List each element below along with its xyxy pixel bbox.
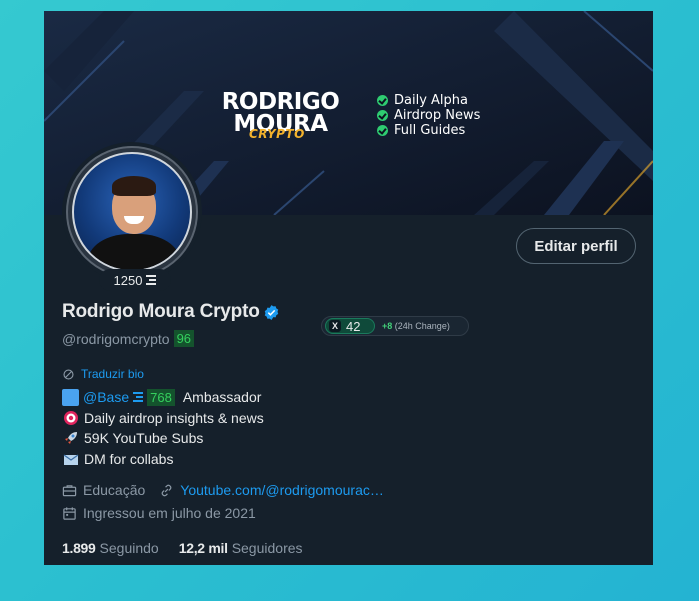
x-icon: X: [329, 320, 341, 332]
website-link[interactable]: Youtube.com/@rodrigomourac…: [180, 482, 384, 498]
feature-item: Daily Alpha: [377, 92, 480, 108]
bio-line: @Base 768 Ambassador: [62, 387, 264, 408]
following-count: 1.899: [62, 540, 96, 556]
edit-profile-button[interactable]: Editar perfil: [516, 228, 636, 264]
following-label: Seguindo: [99, 540, 159, 556]
check-icon: [377, 109, 388, 121]
verified-icon[interactable]: [263, 304, 280, 321]
score-change-value: +8: [382, 321, 393, 331]
feature-label: Full Guides: [394, 122, 466, 138]
bio-text: DM for collabs: [84, 450, 174, 467]
bio-ambassador: Ambassador: [182, 389, 262, 406]
score-change-label: (24h Change): [394, 321, 450, 331]
score-change: +8 (24h Change): [382, 321, 450, 331]
check-icon: [377, 94, 388, 106]
score-chip[interactable]: X 42 +8 (24h Change): [321, 316, 469, 336]
feature-item: Full Guides: [377, 122, 480, 138]
bio-text: 59K YouTube Subs: [84, 430, 204, 447]
check-icon: [377, 124, 388, 136]
meta-row: Educação Youtube.com/@rodrigomourac…: [62, 482, 384, 498]
translate-icon: [63, 368, 74, 380]
handle-row: @rodrigomcrypto 96: [62, 330, 195, 347]
blue-square-icon: [62, 388, 79, 406]
bio-line: Daily airdrop insights & news: [62, 408, 264, 429]
feature-label: Airdrop News: [394, 107, 481, 123]
follow-stats: 1.899 Seguindo 12,2 mil Seguidores: [62, 540, 303, 556]
following-link[interactable]: 1.899 Seguindo: [62, 540, 159, 556]
joined-date: Ingressou em julho de 2021: [83, 505, 256, 521]
score-value-box: X 42: [325, 318, 375, 334]
translate-bio-link[interactable]: Traduzir bio: [62, 367, 144, 381]
banner-logo: RODRIGO MOURA CRYPTO: [213, 89, 348, 141]
avatar-image: [72, 152, 192, 272]
logo-line1: RODRIGO: [221, 89, 340, 115]
profile-card: RODRIGO MOURA CRYPTO Daily Alpha Airdrop…: [44, 11, 653, 565]
feature-item: Airdrop News: [377, 107, 481, 123]
bio-base-link[interactable]: @Base: [83, 389, 129, 405]
briefcase-icon: [62, 484, 77, 496]
layers-icon: [146, 275, 157, 285]
feature-label: Daily Alpha: [394, 92, 468, 108]
profile-name: Rodrigo Moura Crypto: [62, 301, 260, 322]
layers-icon: [133, 392, 144, 403]
target-icon: [62, 409, 79, 426]
avatar[interactable]: [62, 142, 202, 282]
mail-icon: [62, 450, 79, 467]
bio-line: DM for collabs: [62, 449, 264, 470]
logo-sub: CRYPTO: [249, 127, 305, 141]
followers-count: 12,2 mil: [178, 540, 228, 556]
joined-row: Ingressou em julho de 2021: [62, 505, 256, 521]
handle-badge: 96: [173, 330, 195, 347]
avatar-count-badge[interactable]: 1250: [99, 269, 171, 291]
followers-link[interactable]: 12,2 mil Seguidores: [179, 540, 303, 556]
bio-line: 59K YouTube Subs: [62, 428, 264, 449]
translate-label: Traduzir bio: [81, 367, 144, 381]
profile-category: Educação: [83, 482, 146, 498]
bio-base-badge: 768: [147, 388, 175, 406]
avatar-count: 1250: [113, 272, 143, 288]
profile-bio: @Base 768 Ambassador Daily airdrop insig…: [62, 387, 264, 469]
link-icon: [161, 484, 172, 496]
followers-label: Seguidores: [231, 540, 303, 556]
calendar-icon: [63, 506, 76, 520]
rocket-icon: [62, 430, 79, 447]
score-value: 42: [346, 318, 361, 334]
bio-text: Daily airdrop insights & news: [84, 409, 264, 426]
banner-features: Daily Alpha Airdrop News Full Guides: [377, 93, 480, 138]
profile-name-row: Rodrigo Moura Crypto: [62, 301, 280, 323]
profile-handle: @rodrigomcrypto: [62, 330, 170, 347]
